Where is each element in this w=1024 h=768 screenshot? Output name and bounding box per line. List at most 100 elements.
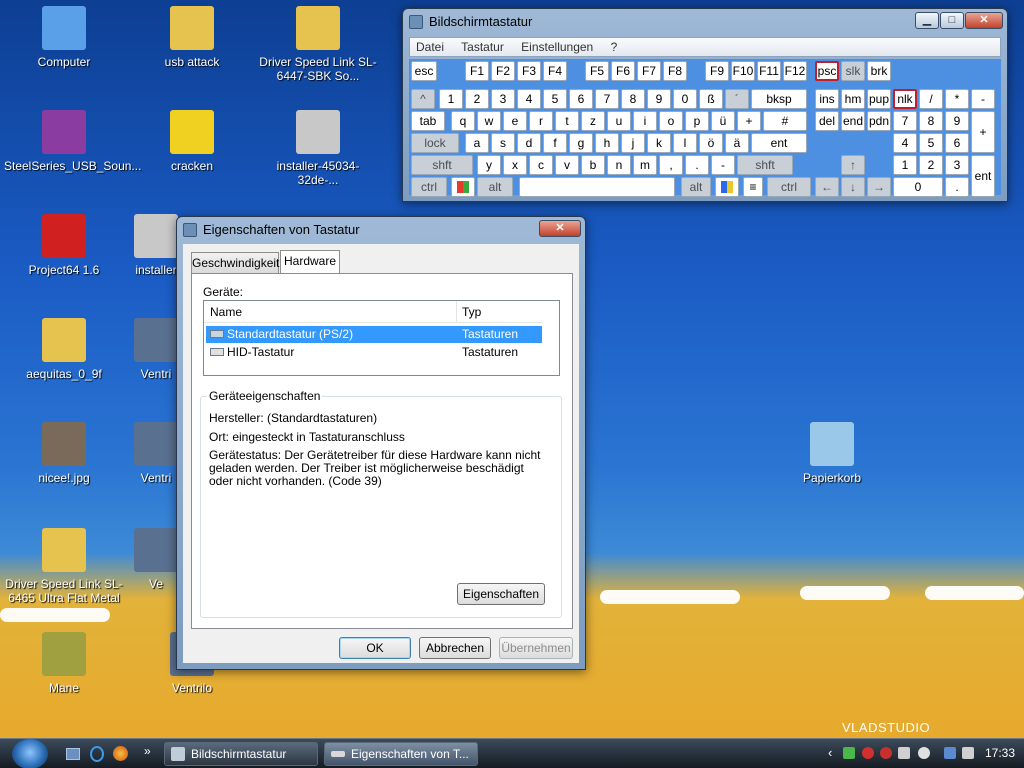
key[interactable]: F12: [783, 61, 807, 81]
menu-einstellungen[interactable]: Einstellungen: [521, 40, 593, 54]
key[interactable]: ins: [815, 89, 839, 109]
key[interactable]: .: [945, 177, 969, 197]
tab-geschwindigkeit[interactable]: Geschwindigkeit: [191, 252, 279, 274]
key[interactable]: n: [607, 155, 631, 175]
apply-button[interactable]: Übernehmen: [499, 637, 573, 659]
list-item[interactable]: HID-Tastatur Tastaturen: [206, 344, 542, 361]
key[interactable]: F4: [543, 61, 567, 81]
key[interactable]: i: [633, 111, 657, 131]
minimize-button[interactable]: ▁: [915, 12, 939, 29]
key[interactable]: F11: [757, 61, 781, 81]
windows-key[interactable]: [715, 177, 739, 197]
key[interactable]: alt: [681, 177, 711, 197]
key[interactable]: u: [607, 111, 631, 131]
key[interactable]: F6: [611, 61, 635, 81]
key[interactable]: x: [503, 155, 527, 175]
key[interactable]: ß: [699, 89, 723, 109]
key[interactable]: d: [517, 133, 541, 153]
desktop-icon[interactable]: Driver Speed Link SL-6447-SBK So...: [258, 6, 378, 83]
key[interactable]: t: [555, 111, 579, 131]
desktop-icon[interactable]: Papierkorb: [772, 422, 892, 485]
osk-titlebar[interactable]: Bildschirmtastatur ▁ □ ✕: [403, 9, 1007, 35]
key[interactable]: ent: [971, 155, 995, 197]
key[interactable]: 4: [517, 89, 541, 109]
key[interactable]: 6: [945, 133, 969, 153]
key[interactable]: 5: [919, 133, 943, 153]
taskbar-item-properties[interactable]: Eigenschaften von T...: [324, 742, 478, 766]
tray-app-icon[interactable]: [880, 747, 892, 759]
network-user-icon[interactable]: [843, 747, 855, 759]
key[interactable]: +: [971, 111, 995, 153]
key[interactable]: 0: [893, 177, 943, 197]
key[interactable]: ↓: [841, 177, 865, 197]
key[interactable]: 3: [945, 155, 969, 175]
key[interactable]: lock: [411, 133, 459, 153]
key[interactable]: c: [529, 155, 553, 175]
key[interactable]: y: [477, 155, 501, 175]
key[interactable]: q: [451, 111, 475, 131]
menu-help[interactable]: ?: [611, 40, 618, 54]
key[interactable]: hm: [841, 89, 865, 109]
key[interactable]: k: [647, 133, 671, 153]
key[interactable]: alt: [477, 177, 513, 197]
key[interactable]: ^: [411, 89, 435, 109]
tray-app-icon[interactable]: [898, 747, 910, 759]
key[interactable]: shft: [411, 155, 473, 175]
desktop-icon[interactable]: Mane: [4, 632, 124, 695]
key[interactable]: 7: [893, 111, 917, 131]
key[interactable]: del: [815, 111, 839, 131]
key[interactable]: +: [737, 111, 761, 131]
key[interactable]: tab: [411, 111, 445, 131]
cancel-button[interactable]: Abbrechen: [419, 637, 491, 659]
key[interactable]: -: [971, 89, 995, 109]
key-print-screen[interactable]: psc: [815, 61, 839, 81]
key[interactable]: #: [763, 111, 807, 131]
key[interactable]: f: [543, 133, 567, 153]
column-name[interactable]: Name: [210, 305, 242, 319]
key[interactable]: a: [465, 133, 489, 153]
list-item[interactable]: Standardtastatur (PS/2) Tastaturen: [206, 326, 542, 343]
key[interactable]: pup: [867, 89, 891, 109]
key[interactable]: F2: [491, 61, 515, 81]
key[interactable]: shft: [737, 155, 793, 175]
key[interactable]: e: [503, 111, 527, 131]
network-icon[interactable]: [944, 747, 956, 759]
key[interactable]: bksp: [751, 89, 807, 109]
key[interactable]: ↑: [841, 155, 865, 175]
key[interactable]: 0: [673, 89, 697, 109]
key[interactable]: 4: [893, 133, 917, 153]
key[interactable]: ctrl: [411, 177, 447, 197]
key[interactable]: g: [569, 133, 593, 153]
key[interactable]: 9: [647, 89, 671, 109]
key[interactable]: 8: [621, 89, 645, 109]
key[interactable]: /: [919, 89, 943, 109]
desktop-icon[interactable]: Computer: [4, 6, 124, 69]
menu-tastatur[interactable]: Tastatur: [461, 40, 504, 54]
key[interactable]: pdn: [867, 111, 891, 131]
quicklaunch-chevron-icon[interactable]: »: [144, 744, 151, 758]
dialog-titlebar[interactable]: Eigenschaften von Tastatur ✕: [177, 217, 585, 243]
key[interactable]: ü: [711, 111, 735, 131]
spacebar-key[interactable]: [519, 177, 675, 197]
key[interactable]: 2: [465, 89, 489, 109]
key[interactable]: ent: [751, 133, 807, 153]
key-num-lock[interactable]: nlk: [893, 89, 917, 109]
key[interactable]: 1: [893, 155, 917, 175]
key[interactable]: F7: [637, 61, 661, 81]
taskbar-item-osk[interactable]: Bildschirmtastatur: [164, 742, 318, 766]
key[interactable]: F3: [517, 61, 541, 81]
context-menu-key[interactable]: ≡: [743, 177, 763, 197]
show-desktop-icon[interactable]: [66, 748, 80, 760]
key[interactable]: b: [581, 155, 605, 175]
windows-key[interactable]: [451, 177, 475, 197]
key[interactable]: ,: [659, 155, 683, 175]
key[interactable]: v: [555, 155, 579, 175]
key[interactable]: ´: [725, 89, 749, 109]
key[interactable]: 2: [919, 155, 943, 175]
key[interactable]: →: [867, 177, 891, 197]
desktop-icon[interactable]: installer-45034-32de-...: [258, 110, 378, 187]
blocked-icon[interactable]: [862, 747, 874, 759]
desktop-icon[interactable]: usb attack: [132, 6, 252, 69]
start-button[interactable]: [12, 739, 48, 768]
key[interactable]: -: [711, 155, 735, 175]
